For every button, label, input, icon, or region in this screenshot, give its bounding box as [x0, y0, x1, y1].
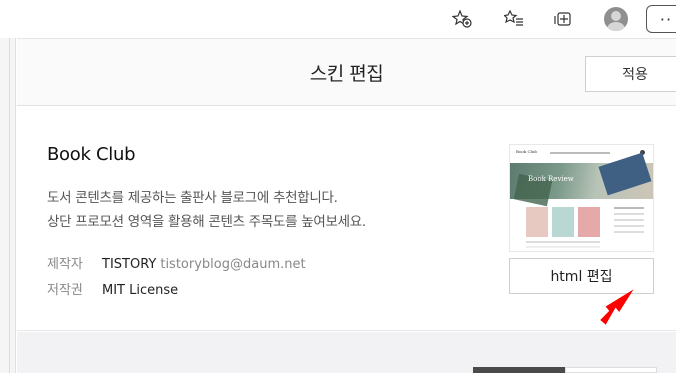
skin-name: Book Club: [47, 144, 136, 165]
skin-preview-thumbnail: Book Club Book Review: [509, 144, 654, 252]
skin-editor-header: 스킨 편집 적용: [17, 38, 676, 106]
apply-button[interactable]: 적용: [585, 56, 676, 92]
skin-description-line: 상단 프로모션 영역을 활용해 콘텐츠 주목도를 높여보세요.: [47, 214, 366, 230]
license-label: 저작권: [47, 283, 83, 298]
thumbnail-logo: Book Club: [516, 149, 537, 154]
profile-avatar-icon[interactable]: [602, 6, 630, 32]
skin-license-row: 저작권 MIT License: [47, 279, 178, 298]
skin-description: 도서 콘텐츠를 제공하는 출판사 블로그에 추천합니다. 상단 프로모션 영역을…: [47, 186, 366, 234]
more-icon[interactable]: ··: [646, 5, 676, 33]
bottom-tab-dark[interactable]: [473, 367, 565, 373]
left-panel-edge: [0, 38, 16, 373]
extensions-icon[interactable]: [550, 6, 578, 32]
page-title: 스킨 편집: [309, 63, 384, 85]
bottom-section: [17, 332, 676, 373]
browser-toolbar: ··: [0, 0, 676, 38]
skin-description-line: 도서 콘텐츠를 제공하는 출판사 블로그에 추천합니다.: [47, 190, 338, 206]
maker-label: 제작자: [47, 257, 83, 272]
thumbnail-hero-text: Book Review: [528, 175, 574, 183]
skin-info-card: Book Club 도서 콘텐츠를 제공하는 출판사 블로그에 추천합니다. 상…: [17, 106, 676, 331]
skin-maker-row: 제작자 TISTORY tistoryblog@daum.net: [47, 253, 306, 272]
bottom-tab-light[interactable]: [565, 367, 657, 373]
maker-name: TISTORY: [102, 257, 157, 272]
maker-email: tistoryblog@daum.net: [160, 257, 306, 272]
pointer-arrow-icon: [600, 289, 634, 325]
favorites-add-icon[interactable]: [448, 6, 476, 32]
collections-icon[interactable]: [500, 6, 528, 32]
license-value: MIT License: [102, 283, 179, 298]
